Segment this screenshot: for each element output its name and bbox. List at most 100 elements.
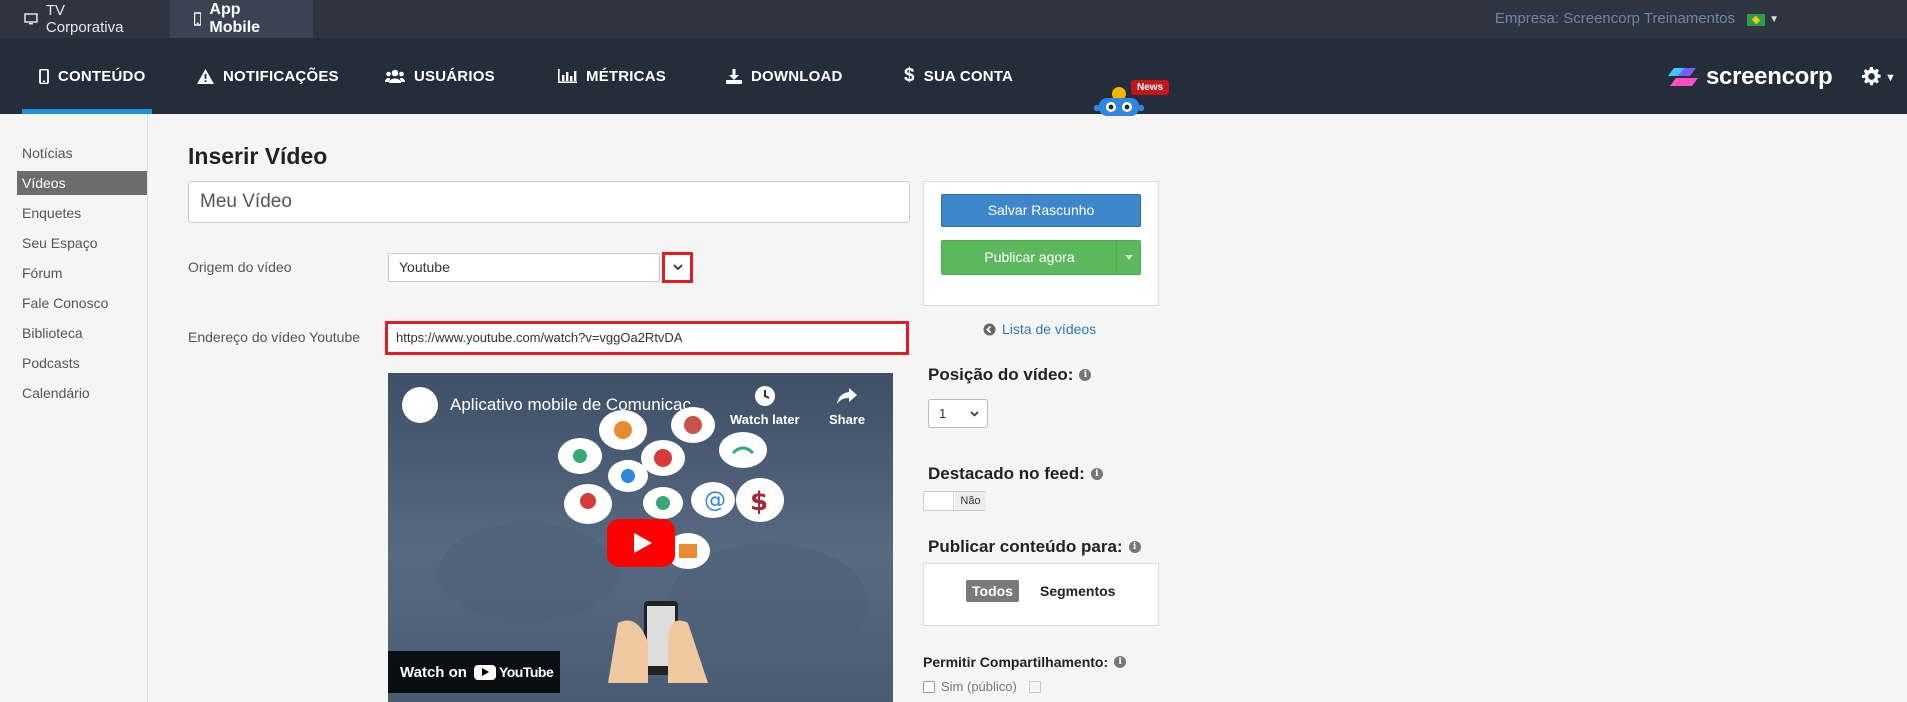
nav-notificacoes[interactable]: NOTIFICAÇÕES [197,38,339,114]
play-icon[interactable] [607,519,675,567]
sidebar-item-noticias[interactable]: Notícias [17,141,147,165]
chevron-down-icon [970,411,979,417]
publish-now-button[interactable]: Publicar agora [941,240,1141,275]
bar-chart-icon [558,69,577,83]
nav-metricas[interactable]: MÉTRICAS [558,38,666,114]
info-icon[interactable]: i [1128,541,1141,553]
option-segmentos[interactable]: Segmentos [1040,580,1115,602]
youtube-video-player[interactable]: @ $ Aplicativo mobile de Comunicaç... Wa… [388,373,893,702]
position-heading: Posição do vídeo: i [928,365,1092,385]
video-title-input[interactable]: Meu Vídeo [188,181,910,223]
featured-toggle[interactable]: Não [923,491,986,511]
page-title: Inserir Vídeo [188,143,328,169]
position-label: Posição do vídeo: [928,365,1074,384]
dollar-icon: $ [904,65,915,86]
sidebar-item-biblioteca[interactable]: Biblioteca [17,321,147,345]
svg-text:$: $ [750,487,768,517]
position-value: 1 [939,406,947,421]
brazil-flag-icon[interactable] [1747,14,1765,26]
tab-tv-corporativa[interactable]: TV Corporativa [0,0,170,38]
video-title[interactable]: Aplicativo mobile de Comunicaç... [450,395,705,415]
chevron-down-icon[interactable]: ▼ [1885,72,1896,84]
nav-download-label: DOWNLOAD [751,67,843,85]
nav-sua-conta[interactable]: $ SUA CONTA [904,38,1013,114]
nav-download[interactable]: DOWNLOAD [726,38,843,114]
chevron-down-icon [672,264,683,271]
publish-for-heading: Publicar conteúdo para: i [928,537,1141,557]
origin-label: Origem do vídeo [188,259,292,275]
share-public-checkbox[interactable] [923,680,935,693]
origin-dropdown-button[interactable] [662,252,693,283]
youtube-icon [473,664,496,680]
company-name: Empresa: Screencorp Treinamentos [1494,10,1735,27]
sidebar-item-fale-conosco[interactable]: Fale Conosco [17,291,147,315]
youtube-logo: YouTube [473,664,554,680]
channel-avatar[interactable] [402,387,438,423]
share-public-label: Sim (público) [941,679,1017,694]
allow-share-option: Sim (público) [923,679,1041,694]
featured-toggle-label: Não [955,492,986,510]
allow-share-label: Permitir Compartilhamento: [923,654,1109,670]
screencorp-logo-icon [1668,68,1698,86]
featured-label: Destacado no feed: [928,464,1085,483]
news-button[interactable]: News [1093,80,1173,120]
watch-later-label: Watch later [730,412,800,427]
watch-later-button[interactable]: Watch later [730,385,800,427]
chevron-down-icon[interactable]: ▼ [1769,14,1779,25]
tab-app-mobile[interactable]: App Mobile [170,0,313,38]
main-nav: CONTEÚDO NOTIFICAÇÕES USUÁRIOS MÉTRICAS … [0,38,1907,114]
nav-usuarios-label: USUÁRIOS [414,67,495,85]
sidebar-item-seu-espaco[interactable]: Seu Espaço [17,231,147,255]
publish-for-label: Publicar conteúdo para: [928,537,1123,556]
tab-tv-corporativa-label: TV Corporativa [45,2,124,36]
users-icon [385,69,405,83]
download-icon [726,68,742,84]
warning-icon [197,68,214,84]
nav-sua-conta-label: SUA CONTA [923,67,1014,85]
save-draft-button[interactable]: Salvar Rascunho [941,194,1141,227]
info-icon[interactable]: i [1090,468,1103,480]
publish-now-label: Publicar agora [984,249,1075,265]
nav-notificacoes-label: NOTIFICAÇÕES [223,67,339,85]
nav-metricas-label: MÉTRICAS [586,67,666,85]
sidebar-item-podcasts[interactable]: Podcasts [17,351,147,375]
position-select[interactable]: 1 [928,399,988,428]
publish-for-options: Todos Segmentos [923,563,1159,626]
gear-icon [1862,67,1881,86]
video-list-label: Lista de vídeos [1002,321,1097,337]
sidebar: Notícias Vídeos Enquetes Seu Espaço Fóru… [0,114,148,702]
nav-conteudo[interactable]: CONTEÚDO [22,38,152,114]
publish-options-button[interactable] [1116,241,1140,274]
sidebar-item-enquetes[interactable]: Enquetes [17,201,147,225]
url-label: Endereço do vídeo Youtube [188,329,361,345]
chevron-left-circle-icon [983,323,996,335]
info-icon[interactable]: i [1114,656,1127,668]
copy-icon[interactable] [1028,680,1041,693]
settings-button[interactable] [1862,67,1881,91]
nav-usuarios[interactable]: USUÁRIOS [385,38,495,114]
featured-heading: Destacado no feed: i [928,464,1103,484]
youtube-logo-text: YouTube [498,664,554,680]
sidebar-item-videos[interactable]: Vídeos [17,171,147,195]
news-badge: News [1131,80,1170,95]
sidebar-item-forum[interactable]: Fórum [17,261,147,285]
share-button[interactable]: Share [829,385,865,427]
info-icon[interactable]: i [1079,369,1092,381]
watch-on-youtube-button[interactable]: Watch on YouTube [388,651,560,693]
share-label: Share [829,412,866,427]
sidebar-item-calendario[interactable]: Calendário [17,381,147,405]
option-todos[interactable]: Todos [966,580,1019,602]
origin-select[interactable]: Youtube [388,253,660,282]
logo-text: screencorp [1706,63,1833,90]
tab-app-mobile-label: App Mobile [209,1,261,36]
screencorp-logo: screencorp [1668,63,1833,91]
mobile-icon [194,12,202,26]
top-bar: TV Corporativa App Mobile Empresa: Scree… [0,0,1907,38]
mobile-icon [39,68,49,84]
monitor-icon [24,13,38,25]
clock-icon [754,386,775,406]
youtube-url-input[interactable]: https://www.youtube.com/watch?v=vggOa2Rt… [385,321,909,355]
watch-on-label: Watch on [400,663,467,681]
nav-conteudo-label: CONTEÚDO [58,67,146,85]
video-list-link[interactable]: Lista de vídeos [983,321,1096,337]
